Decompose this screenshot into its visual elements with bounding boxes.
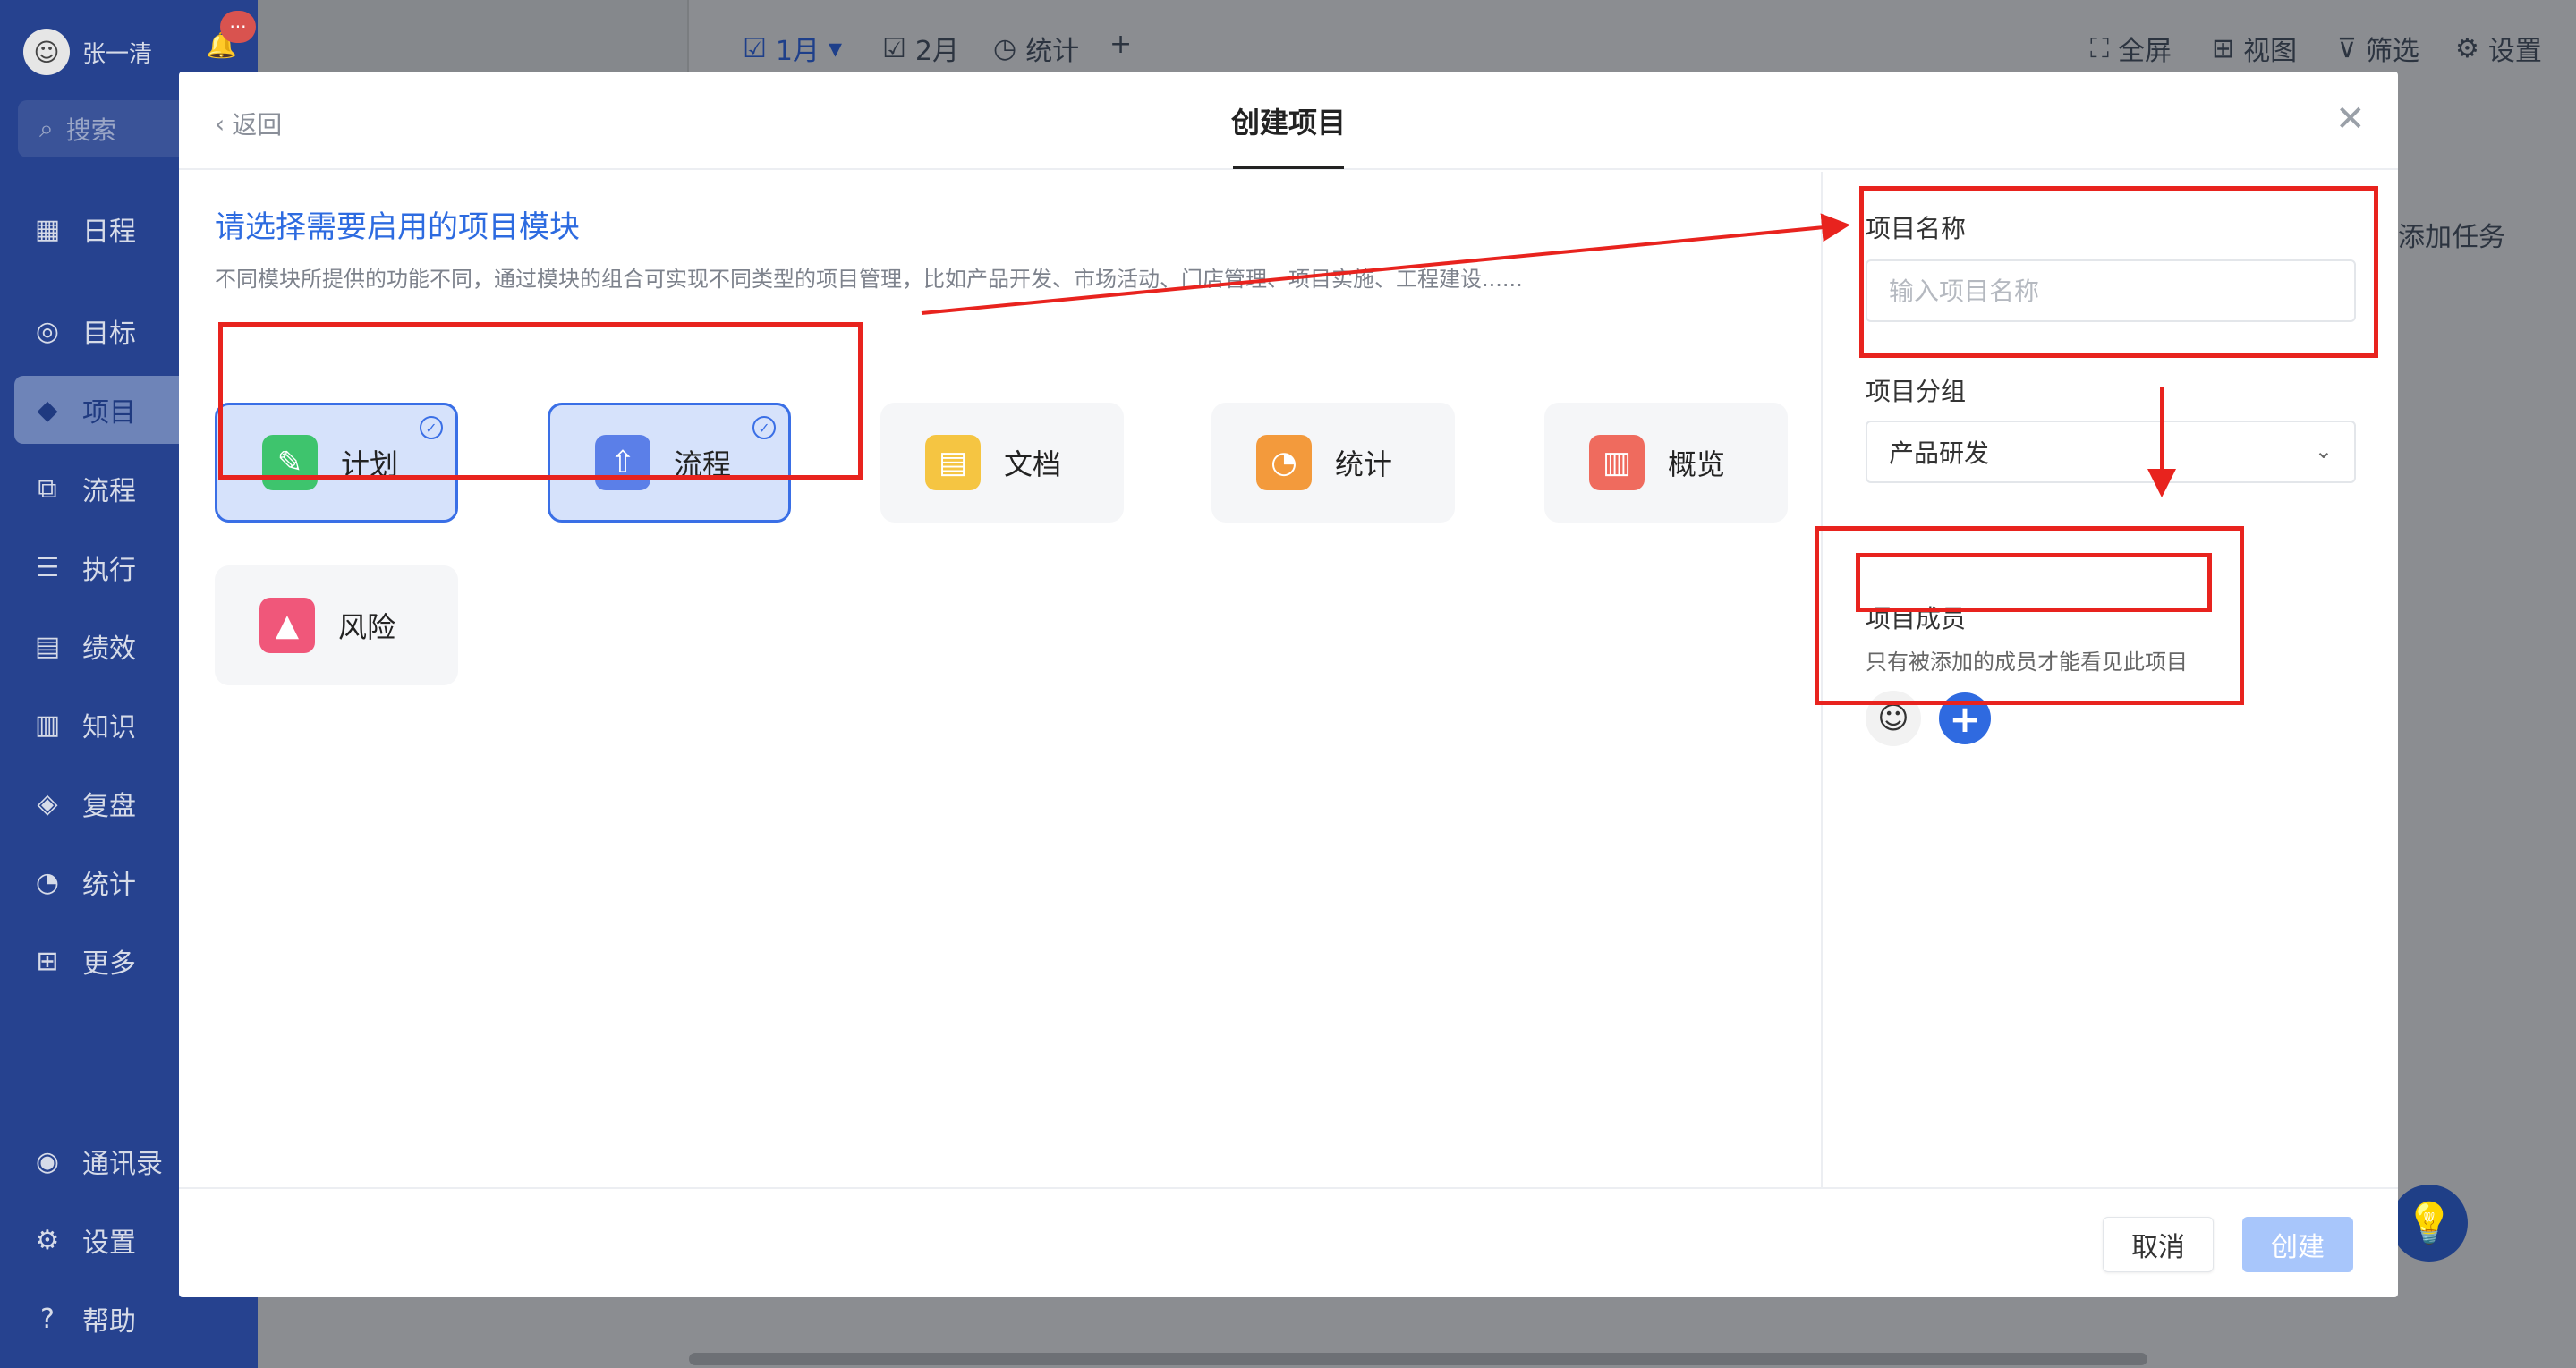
section-title: 请选择需要启用的项目模块	[215, 209, 580, 245]
grid-icon: ⊞	[2212, 32, 2235, 64]
sidebar-item-label: 知识	[82, 712, 136, 743]
book-icon: ▥	[34, 709, 61, 741]
tab-label: 1月	[775, 36, 820, 67]
section-description: 不同模块所提供的功能不同，通过模块的组合可实现不同类型的项目管理，比如产品开发、…	[215, 267, 1523, 292]
help-icon: ?	[40, 1303, 55, 1335]
module-label: 风险	[338, 610, 396, 644]
caret-down-icon: ▾	[829, 32, 843, 64]
dialog-title: 创建项目	[1230, 106, 1346, 140]
gear-icon: ⚙	[2455, 32, 2479, 64]
annotation-box-project-name	[1859, 186, 2378, 358]
sidebar-item-label: 流程	[82, 476, 136, 507]
view-button[interactable]: ⊞ 视图	[2212, 29, 2297, 68]
grid-icon: ⊞	[36, 945, 59, 977]
calendar-icon: ▦	[34, 213, 61, 245]
sidebar-item-label: 绩效	[82, 633, 136, 665]
list-icon: ☰	[35, 551, 60, 583]
tab-label: 统计	[1025, 36, 1080, 67]
sidebar-item-label: 统计	[82, 870, 136, 901]
create-button[interactable]: 创建	[2242, 1217, 2353, 1272]
risk-icon: ▲	[259, 598, 315, 653]
cancel-button[interactable]: 取消	[2103, 1217, 2214, 1272]
contacts-icon: ◉	[35, 1145, 60, 1177]
module-card-overview[interactable]: ▥ 概览	[1544, 403, 1788, 523]
fullscreen-icon: ⛶	[2090, 32, 2109, 64]
clock-icon: ◷	[993, 32, 1017, 64]
sidebar-item-label: 复盘	[82, 791, 136, 822]
avatar: ☺	[23, 29, 70, 75]
user-profile[interactable]: ☺ 张一清	[23, 25, 152, 79]
sidebar-item-label: 日程	[82, 217, 136, 248]
pie-icon: ◔	[35, 866, 60, 898]
review-icon: ◈	[37, 787, 58, 820]
checkbox-icon: ☑	[882, 32, 906, 64]
gear-icon: ⚙	[35, 1224, 60, 1256]
close-icon[interactable]: ✕	[2335, 98, 2366, 140]
dialog-footer	[179, 1187, 2398, 1297]
pie-icon: ◔	[1256, 435, 1312, 490]
sidebar-item-label: 项目	[82, 397, 136, 429]
filter-icon: ⊽	[2337, 32, 2357, 64]
sidebar-item-label: 执行	[82, 555, 136, 586]
search-placeholder: 搜索	[65, 115, 116, 145]
overview-icon: ▥	[1589, 435, 1645, 490]
module-card-risk[interactable]: ▲ 风险	[215, 565, 458, 685]
tab-statistics[interactable]: ◷ 统计	[993, 29, 1079, 68]
selected-value: 产品研发	[1889, 438, 1990, 468]
button-label: 全屏	[2118, 36, 2172, 67]
button-label: 筛选	[2365, 36, 2419, 67]
annotation-box-members-hint	[1856, 553, 2212, 612]
fullscreen-button[interactable]: ⛶ 全屏	[2090, 29, 2172, 68]
notification-badge: ···	[220, 11, 256, 43]
dialog-header: ‹ 返回 创建项目 ✕	[179, 72, 2398, 170]
button-label: 视图	[2243, 36, 2298, 67]
chart-icon: ▤	[34, 630, 61, 662]
document-icon: ▤	[925, 435, 981, 490]
sidebar-item-label: 帮助	[82, 1306, 136, 1338]
add-task-link[interactable]: 添加任务	[2398, 215, 2576, 268]
tab-february[interactable]: ☑ 2月	[882, 29, 959, 68]
add-tab-button[interactable]: +	[1109, 29, 1132, 60]
sidebar-item-label: 设置	[82, 1228, 136, 1259]
chevron-down-icon: ⌄	[2314, 438, 2333, 463]
cube-icon: ◆	[37, 394, 58, 426]
button-label: 设置	[2487, 36, 2542, 67]
project-group-label: 项目分组	[1866, 377, 1967, 406]
user-name: 张一清	[82, 40, 153, 68]
module-label: 概览	[1668, 447, 1726, 481]
tab-january[interactable]: ☑ 1月 ▾	[743, 29, 842, 68]
target-icon: ◎	[35, 315, 60, 347]
settings-button[interactable]: ⚙ 设置	[2455, 29, 2542, 68]
sidebar-item-label: 更多	[82, 948, 136, 980]
filter-button[interactable]: ⊽ 筛选	[2337, 29, 2419, 68]
title-underline	[1233, 166, 1344, 169]
flow-icon: ⧉	[38, 472, 57, 505]
sidebar-item-label: 目标	[82, 319, 136, 350]
lightbulb-icon[interactable]: 💡	[2391, 1185, 2468, 1262]
search-icon: ⌕	[39, 114, 54, 143]
project-group-select[interactable]: 产品研发 ⌄	[1866, 421, 2356, 483]
sidebar-item-label: 通讯录	[82, 1149, 163, 1180]
checkbox-icon: ☑	[743, 32, 767, 64]
module-card-document[interactable]: ▤ 文档	[880, 403, 1124, 523]
module-label: 文档	[1004, 447, 1062, 481]
module-card-statistics[interactable]: ◔ 统计	[1211, 403, 1455, 523]
module-label: 统计	[1335, 447, 1393, 481]
tab-label: 2月	[914, 36, 959, 67]
horizontal-scrollbar[interactable]	[689, 1353, 2147, 1365]
annotation-box-selected-modules	[218, 322, 863, 480]
